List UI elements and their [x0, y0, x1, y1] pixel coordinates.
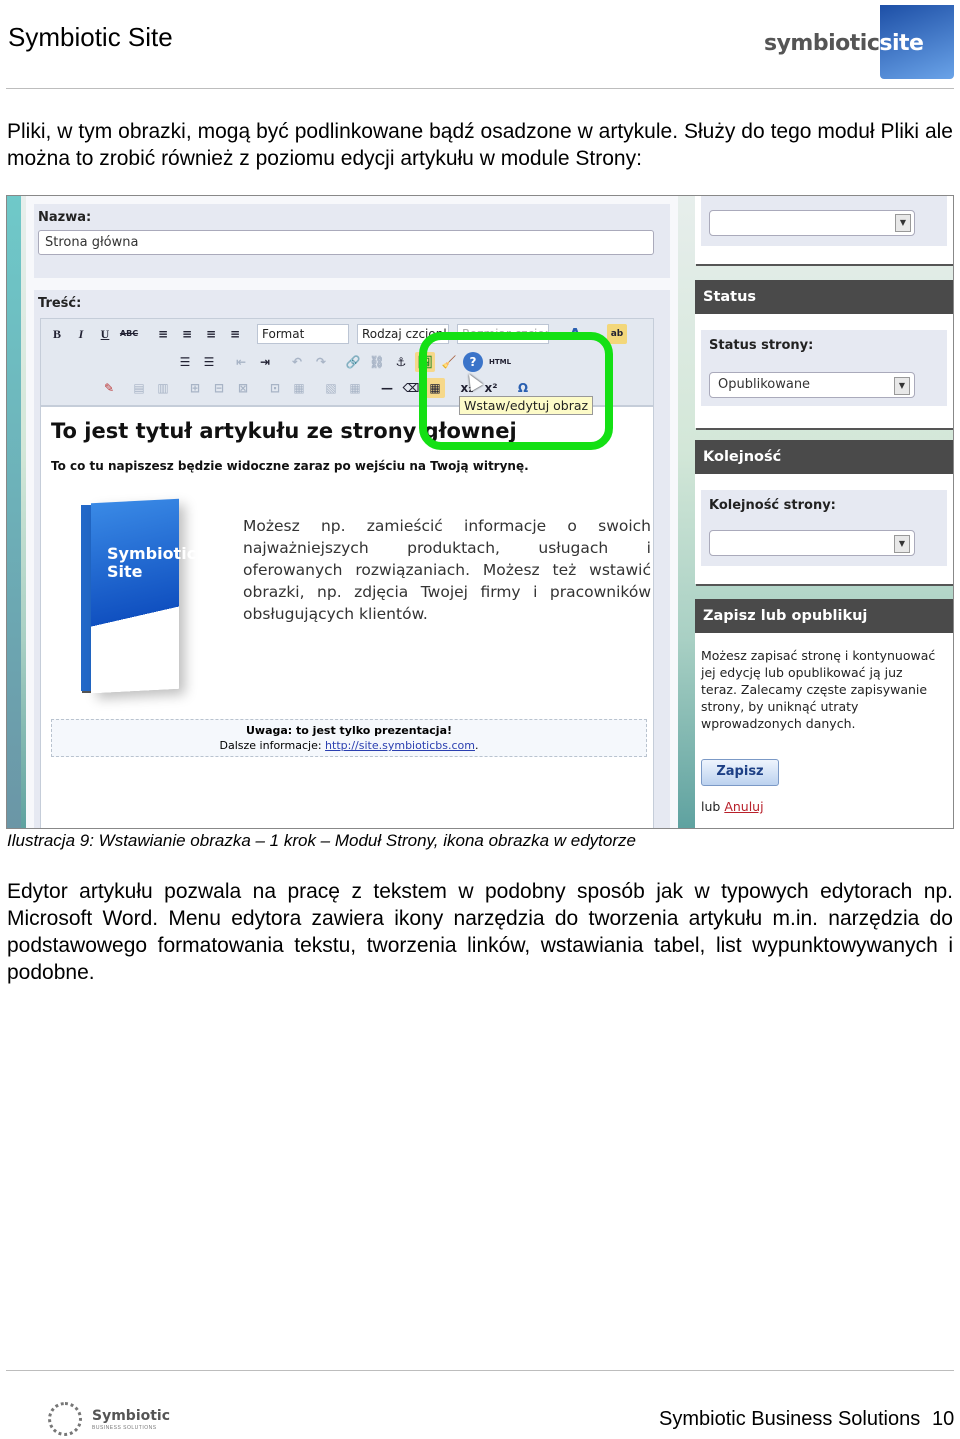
- order-box: Kolejność Kolejność strony: ▼: [695, 440, 953, 584]
- document-title: Symbiotic Site: [8, 22, 173, 52]
- delete-col-button[interactable]: ▧: [321, 378, 341, 398]
- screenshot-left-edge: [7, 196, 21, 828]
- box-label: Symbiotic Site: [107, 544, 197, 581]
- order-header: Kolejność: [695, 440, 953, 474]
- name-label: Nazwa:: [38, 210, 92, 225]
- notice-title: Uwaga: to jest tylko prezentacja!: [245, 724, 453, 737]
- dropdown-arrow-icon[interactable]: ▼: [894, 377, 910, 395]
- insert-image-tooltip: Wstaw/edytuj obraz: [459, 396, 594, 415]
- box-side: [81, 505, 91, 691]
- insert-row-before-button[interactable]: ⊞: [185, 378, 205, 398]
- redo-button[interactable]: ↷: [311, 352, 331, 372]
- status-select-value: Opublikowane: [718, 377, 811, 392]
- edit-css-button[interactable]: ✎: [99, 378, 119, 398]
- link-button[interactable]: 🔗: [343, 352, 363, 372]
- status-select[interactable]: Opublikowane ▼: [709, 372, 915, 398]
- footer-company: Symbiotic Business Solutions: [659, 1408, 921, 1430]
- footer-logo-text: Symbiotic: [92, 1408, 171, 1424]
- dropdown-arrow-icon[interactable]: ▼: [895, 214, 911, 232]
- status-header: Status: [695, 280, 953, 314]
- top-side-panel: ▼: [701, 196, 947, 246]
- cancel-link[interactable]: Anuluj: [724, 799, 763, 814]
- strikethrough-button[interactable]: ABC: [119, 324, 139, 344]
- bullet-list-button[interactable]: ☰: [175, 352, 195, 372]
- merge-cells-button[interactable]: ▦: [345, 378, 365, 398]
- insert-col-after-button[interactable]: ▦: [289, 378, 309, 398]
- highlight-color-icon[interactable]: ab: [607, 324, 627, 344]
- order-panel: Kolejność strony: ▼: [701, 490, 947, 566]
- save-description: Możesz zapisać stronę i kontynuować jej …: [701, 648, 936, 731]
- footer-logo-sub: BUSINESS SOLUTIONS: [92, 1425, 157, 1431]
- anchor-button[interactable]: ⚓: [391, 352, 411, 372]
- undo-button[interactable]: ↶: [287, 352, 307, 372]
- align-center-button[interactable]: ≡: [177, 324, 197, 344]
- top-select-arrow-wrap: ▼: [709, 210, 915, 236]
- bold-button[interactable]: B: [47, 324, 67, 344]
- status-box: Status Status strony: Opublikowane ▼: [695, 280, 953, 428]
- outdent-button[interactable]: ⇤: [231, 352, 251, 372]
- save-box: Zapisz lub opublikuj Możesz zapisać stro…: [695, 599, 953, 828]
- insert-row-after-button[interactable]: ⊟: [209, 378, 229, 398]
- editor-screenshot: Nazwa: Strona główna Treść: B I U ABC ≡ …: [6, 195, 954, 829]
- align-left-button[interactable]: ≡: [153, 324, 173, 344]
- save-header: Zapisz lub opublikuj: [695, 599, 953, 633]
- article-body: Możesz np. zamieścić informacje o swoich…: [243, 517, 651, 623]
- numbered-list-button[interactable]: ☰: [199, 352, 219, 372]
- footer-divider: [6, 1370, 954, 1371]
- figure-caption: Ilustracja 9: Wstawianie obrazka – 1 kro…: [7, 831, 636, 850]
- underline-button[interactable]: U: [95, 324, 115, 344]
- symbiotic-footer-logo: Symbiotic BUSINESS SOLUTIONS: [48, 1402, 171, 1436]
- logo-text: symbioticsite: [764, 31, 924, 56]
- cancel-prefix: lub: [701, 799, 725, 814]
- notice-link[interactable]: http://site.symbioticbs.com: [325, 739, 475, 752]
- content-label: Treść:: [38, 296, 82, 311]
- name-input[interactable]: Strona główna: [38, 230, 654, 255]
- align-justify-button[interactable]: ≡: [225, 324, 245, 344]
- article-subtitle: To co tu napiszesz będzie widoczne zaraz…: [51, 459, 529, 473]
- notice-suffix: .: [474, 739, 479, 752]
- intro-paragraph: Pliki, w tym obrazki, mogą być podlinkow…: [7, 120, 953, 170]
- logo-text-light: site: [879, 31, 924, 56]
- align-right-button[interactable]: ≡: [201, 324, 221, 344]
- table-cell-props-button[interactable]: ▥: [153, 378, 173, 398]
- notice-line: Dalsze informacje: http://site.symbiotic…: [52, 738, 646, 753]
- demo-notice: Uwaga: to jest tylko prezentacja! Dalsze…: [51, 719, 647, 757]
- logo-dots-icon: [48, 1402, 82, 1436]
- header-divider: [6, 88, 954, 89]
- image-button-highlight: [419, 332, 613, 450]
- name-panel: Nazwa: Strona główna: [34, 204, 670, 278]
- notice-prefix: Dalsze informacje:: [219, 739, 326, 752]
- status-panel: Status strony: Opublikowane ▼: [701, 330, 947, 406]
- italic-button[interactable]: I: [71, 324, 91, 344]
- symbiotic-site-logo: symbioticsite: [764, 5, 954, 80]
- logo-text-dark: symbiotic: [764, 31, 880, 56]
- format-select[interactable]: Format: [257, 324, 349, 344]
- cancel-line: lub Anuluj: [701, 799, 764, 814]
- table-row-props-button[interactable]: ▤: [129, 378, 149, 398]
- remove-format-button[interactable]: ⌫: [401, 378, 421, 398]
- product-box-image: Symbiotic Site: [81, 495, 201, 695]
- delete-row-button[interactable]: ⊠: [233, 378, 253, 398]
- horizontal-rule-button[interactable]: —: [377, 378, 397, 398]
- editor-content[interactable]: To jest tytuł artykułu ze strony głownej…: [40, 406, 654, 828]
- page-number: 10: [932, 1408, 955, 1430]
- unlink-button[interactable]: ⛓: [367, 352, 387, 372]
- status-label: Status strony:: [709, 338, 814, 353]
- dropdown-arrow-icon[interactable]: ▼: [894, 535, 910, 553]
- order-select[interactable]: ▼: [709, 530, 915, 556]
- box-front: [91, 498, 179, 694]
- indent-button[interactable]: ⇥: [255, 352, 275, 372]
- top-side-box: ▼: [695, 196, 953, 264]
- save-button[interactable]: Zapisz: [701, 759, 779, 786]
- order-label: Kolejność strony:: [709, 498, 836, 513]
- body-paragraph: Edytor artykułu pozwala na pracę z tekst…: [7, 880, 953, 984]
- insert-col-before-button[interactable]: ⊡: [265, 378, 285, 398]
- editor-main-area: Nazwa: Strona główna Treść: B I U ABC ≡ …: [26, 196, 678, 828]
